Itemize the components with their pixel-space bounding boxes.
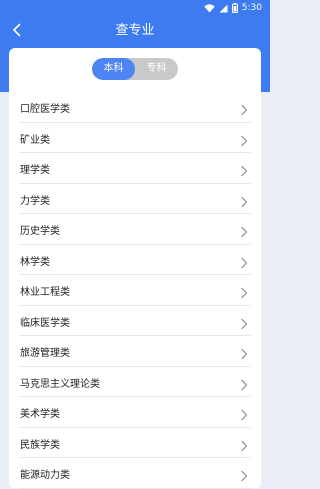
chevron-right-icon bbox=[239, 284, 249, 299]
chevron-right-icon bbox=[239, 193, 249, 207]
list-item[interactable]: 旅游管理类 bbox=[19, 336, 251, 367]
battery-icon bbox=[231, 3, 238, 13]
major-name: 马克思主义理论类 bbox=[20, 378, 100, 390]
list-item[interactable]: 口腔医学类 bbox=[19, 92, 251, 123]
list-item[interactable]: 矿业类 bbox=[19, 123, 251, 153]
status-bar: 5:30 bbox=[0, 0, 270, 16]
major-list: 口腔医学类矿业类理学类力学类历史学类林学类林业工程类临床医学类旅游管理类马克思主… bbox=[9, 92, 261, 489]
signal-icon bbox=[219, 4, 228, 13]
list-item[interactable]: 历史学类 bbox=[19, 214, 251, 245]
chevron-right-icon bbox=[239, 437, 249, 451]
major-list-card: 本科 专科 口腔医学类矿业类理学类力学类历史学类林学类林业工程类临床医学类旅游管… bbox=[9, 48, 261, 489]
page-title: 查专业 bbox=[115, 23, 155, 38]
status-time: 5:30 bbox=[241, 3, 262, 13]
chevron-right-icon bbox=[239, 467, 249, 482]
major-name: 理学类 bbox=[20, 165, 50, 176]
major-name: 民族学类 bbox=[20, 439, 60, 451]
list-item[interactable]: 临床医学类 bbox=[19, 306, 251, 336]
list-item[interactable]: 理学类 bbox=[19, 153, 251, 184]
chevron-right-icon bbox=[239, 345, 249, 360]
status-icons: 5:30 bbox=[204, 2, 262, 14]
major-name: 口腔医学类 bbox=[20, 104, 70, 115]
major-name: 林业工程类 bbox=[20, 287, 70, 298]
chevron-right-icon bbox=[239, 132, 249, 146]
list-item[interactable]: 林学类 bbox=[19, 245, 251, 275]
major-name: 能源动力类 bbox=[20, 470, 70, 481]
major-name: 历史学类 bbox=[20, 226, 60, 237]
list-item[interactable]: 美术学类 bbox=[19, 397, 251, 428]
chevron-right-icon bbox=[239, 315, 249, 329]
chevron-right-icon bbox=[239, 406, 249, 421]
wifi-icon bbox=[204, 3, 215, 13]
chevron-right-icon bbox=[239, 223, 249, 238]
list-item[interactable]: 民族学类 bbox=[19, 428, 251, 458]
segment-undergraduate[interactable]: 本科 bbox=[92, 58, 135, 80]
list-item[interactable]: 能源动力类 bbox=[19, 458, 251, 489]
segment-junior-college[interactable]: 专科 bbox=[135, 58, 178, 80]
major-name: 矿业类 bbox=[20, 134, 50, 146]
major-name: 旅游管理类 bbox=[20, 348, 70, 359]
chevron-right-icon bbox=[239, 254, 249, 268]
chevron-right-icon bbox=[239, 101, 249, 116]
title-bar: 查专业 bbox=[0, 18, 270, 44]
list-item[interactable]: 马克思主义理论类 bbox=[19, 367, 251, 397]
degree-level-toggle: 本科 专科 bbox=[92, 58, 178, 80]
major-name: 美术学类 bbox=[20, 409, 60, 420]
major-name: 力学类 bbox=[20, 195, 50, 207]
major-name: 临床医学类 bbox=[20, 317, 70, 329]
major-name: 林学类 bbox=[20, 256, 50, 268]
chevron-right-icon bbox=[239, 162, 249, 177]
chevron-right-icon bbox=[239, 376, 249, 390]
list-item[interactable]: 林业工程类 bbox=[19, 275, 251, 306]
list-item[interactable]: 力学类 bbox=[19, 184, 251, 214]
